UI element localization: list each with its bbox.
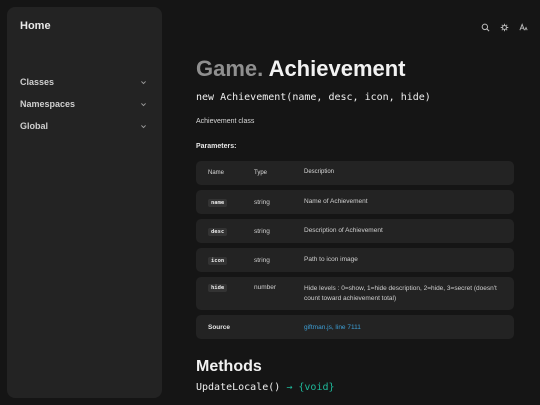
- search-icon[interactable]: [480, 22, 490, 32]
- table-row: hide number Hide levels : 0=show, 1=hide…: [196, 277, 514, 310]
- gear-icon[interactable]: [499, 22, 509, 32]
- sidebar-item-label: Classes: [20, 77, 55, 87]
- param-name: hide: [208, 284, 228, 292]
- param-description: Path to icon image: [304, 256, 358, 264]
- param-type: number: [254, 284, 277, 291]
- constructor-signature: new Achievement(name, desc, icon, hide): [196, 92, 431, 103]
- methods-heading: Methods: [196, 358, 262, 375]
- table-row: name string Name of Achievement: [196, 190, 514, 214]
- param-description: Hide levels : 0=show, 1=hide description…: [304, 285, 497, 302]
- sidebar-item-classes[interactable]: Classes: [20, 71, 149, 93]
- column-header-type: Type: [254, 170, 268, 176]
- home-link[interactable]: Home: [20, 20, 149, 32]
- sidebar: Home Classes Namespaces Global: [7, 7, 162, 398]
- chevron-down-icon: [138, 77, 148, 87]
- source-label: Source: [208, 323, 231, 331]
- param-description: Name of Achievement: [304, 198, 368, 206]
- toolbar: [480, 22, 528, 32]
- sidebar-item-label: Namespaces: [20, 99, 76, 109]
- title-namespace: Game.: [196, 56, 264, 81]
- sidebar-item-label: Global: [20, 121, 49, 131]
- table-header-row: Name Type Description: [196, 161, 514, 185]
- source-row: Source giftman.js, line 7111: [196, 315, 514, 339]
- table-row: icon string Path to icon image: [196, 248, 514, 272]
- class-description: Achievement class: [196, 118, 255, 125]
- param-type: string: [254, 256, 270, 264]
- param-type: string: [254, 198, 270, 206]
- sidebar-item-global[interactable]: Global: [20, 115, 149, 137]
- return-arrow: →: [286, 382, 293, 393]
- title-name: Achievement: [268, 56, 406, 81]
- sidebar-nav: Classes Namespaces Global: [20, 71, 149, 137]
- column-header-description: Description: [304, 169, 335, 176]
- chevron-down-icon: [138, 121, 148, 131]
- param-name: desc: [208, 227, 228, 236]
- column-header-name: Name: [208, 170, 225, 176]
- param-name: icon: [208, 256, 228, 265]
- param-description: Description of Achievement: [304, 227, 383, 235]
- parameters-heading: Parameters:: [196, 143, 237, 150]
- method-name: UpdateLocale(): [196, 382, 281, 393]
- param-name: name: [208, 198, 228, 207]
- main-content: Game. Achievement new Achievement(name, …: [196, 56, 514, 393]
- source-link[interactable]: giftman.js, line 7111: [304, 324, 361, 331]
- font-size-icon[interactable]: [518, 22, 528, 32]
- table-row: desc string Description of Achievement: [196, 219, 514, 243]
- method-signature[interactable]: UpdateLocale() → {void}: [196, 382, 514, 393]
- parameters-table: Name Type Description name string Name o…: [196, 161, 514, 310]
- chevron-down-icon: [138, 99, 148, 109]
- sidebar-item-namespaces[interactable]: Namespaces: [20, 93, 149, 115]
- return-type: {void}: [298, 382, 335, 393]
- param-type: string: [254, 227, 270, 235]
- page-title: Game. Achievement: [196, 56, 514, 82]
